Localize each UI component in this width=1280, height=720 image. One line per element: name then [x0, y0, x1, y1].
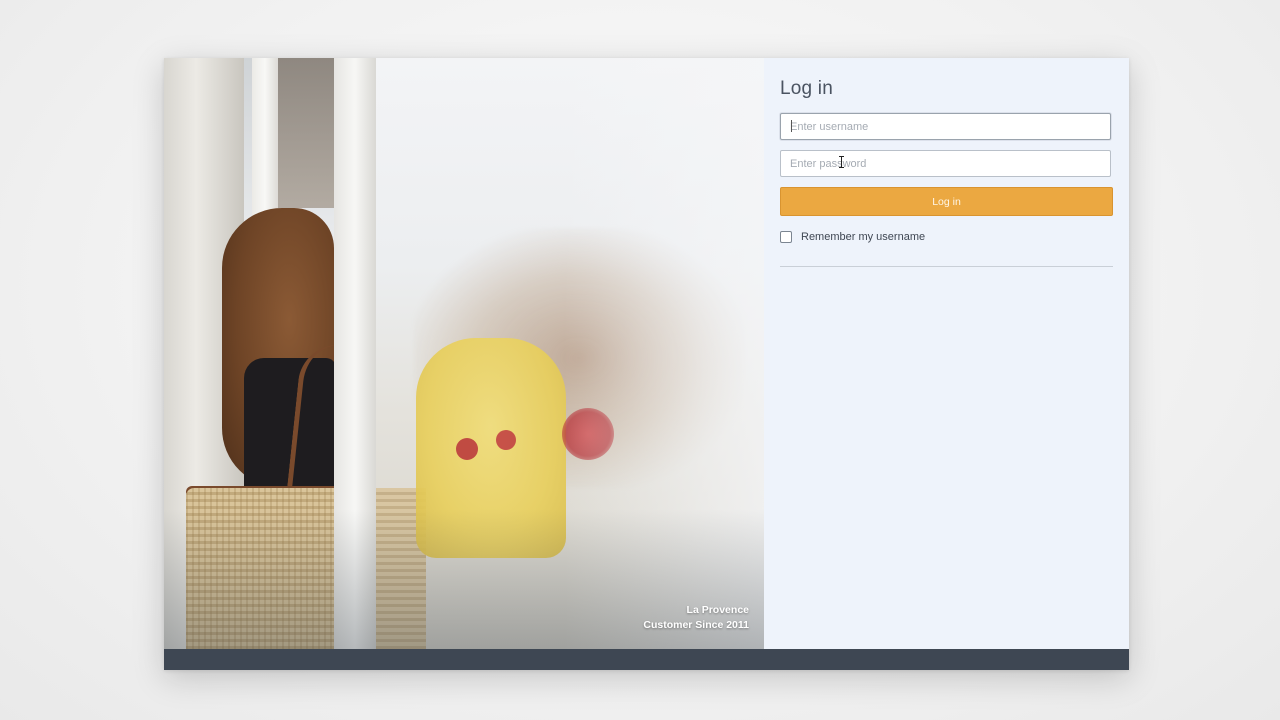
caption-customer-since: Customer Since 2011: [643, 619, 749, 631]
remember-username-label: Remember my username: [801, 231, 926, 243]
photo-flower: [496, 430, 516, 450]
caption-customer-name: La Provence: [686, 604, 749, 616]
divider: [780, 266, 1113, 267]
hero-photo: La Provence Customer Since 2011: [164, 58, 764, 649]
page-title: Log in: [780, 78, 833, 99]
login-panel: Log in Log in Remember my username: [764, 58, 1129, 649]
text-cursor-icon: [839, 156, 844, 168]
login-window: La Provence Customer Since 2011 Log in L…: [164, 58, 1129, 670]
login-button[interactable]: Log in: [780, 187, 1113, 216]
photo-flower: [456, 438, 478, 460]
text-caret: [791, 120, 792, 132]
username-input[interactable]: [780, 113, 1111, 140]
photo-caption: La Provence Customer Since 2011: [643, 603, 749, 633]
remember-username[interactable]: Remember my username: [780, 231, 925, 243]
password-input[interactable]: [780, 150, 1111, 177]
remember-username-checkbox[interactable]: [780, 231, 792, 243]
photo-door: [278, 58, 334, 208]
footer-bar: [164, 649, 1129, 670]
